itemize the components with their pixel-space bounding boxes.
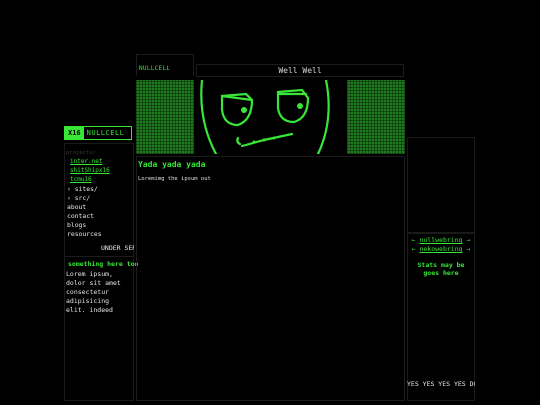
webring-name-link[interactable]: nekowebring <box>419 245 462 253</box>
logo-badge: X16 <box>65 127 84 139</box>
webring-prev-link[interactable]: ← <box>412 236 416 244</box>
main-text: Loremimg the ipsum out <box>138 176 211 182</box>
header-tag: NULLCELL <box>139 65 171 72</box>
sidebar-divider <box>64 256 134 257</box>
sidebar-box-title: something here too <box>68 260 139 268</box>
nav-item-blogs[interactable]: blogs <box>67 221 86 229</box>
nav-link-inter-net[interactable]: inter.net <box>70 158 103 166</box>
yes-marquee: YES YES YES YES DOP <box>407 380 475 388</box>
webring-next-link[interactable]: → <box>466 236 470 244</box>
banner <box>136 80 405 154</box>
logo-name: NULLCELL <box>86 129 125 137</box>
webring-nekowebring: ← nekowebring → <box>408 245 474 253</box>
nav-item-resources[interactable]: resources <box>67 230 102 238</box>
webring-name-link[interactable]: nullwebring <box>419 236 462 244</box>
under-construction-marquee: UNDER SER <box>101 244 134 252</box>
webring-nullwebring: ← nullwebring → <box>408 236 474 244</box>
stats-text: Stats may be goes here <box>417 261 465 277</box>
site-logo[interactable]: X16 NULLCELL <box>64 126 132 140</box>
page-title: Well Well <box>196 64 404 77</box>
nav-heading: projects/ <box>66 150 96 156</box>
webring-prev-link[interactable]: ← <box>412 245 416 253</box>
header-tag-box: NULLCELL <box>136 54 194 76</box>
nav-link-tcmu16[interactable]: tcmu16 <box>70 176 92 184</box>
nav-item-src[interactable]: › src/ <box>67 194 90 202</box>
right-sidebar-bottom <box>407 233 475 401</box>
banner-pattern-left <box>136 80 194 154</box>
main-title: Yada yada yada <box>138 160 206 169</box>
sidebar-box-text: Lorem ipsum, dolor sit amet consectetur … <box>66 270 121 314</box>
grumpy-face-icon <box>194 80 347 154</box>
nav-item-sites[interactable]: › sites/ <box>67 185 98 193</box>
right-sidebar-top <box>407 137 475 233</box>
main-content <box>136 156 405 401</box>
nav-link-shitshipx16[interactable]: shitShipx16 <box>70 167 110 175</box>
nav-item-contact[interactable]: contact <box>67 212 94 220</box>
banner-pattern-right <box>347 80 405 154</box>
nav-item-about[interactable]: about <box>67 203 86 211</box>
webring-next-link[interactable]: → <box>466 245 470 253</box>
